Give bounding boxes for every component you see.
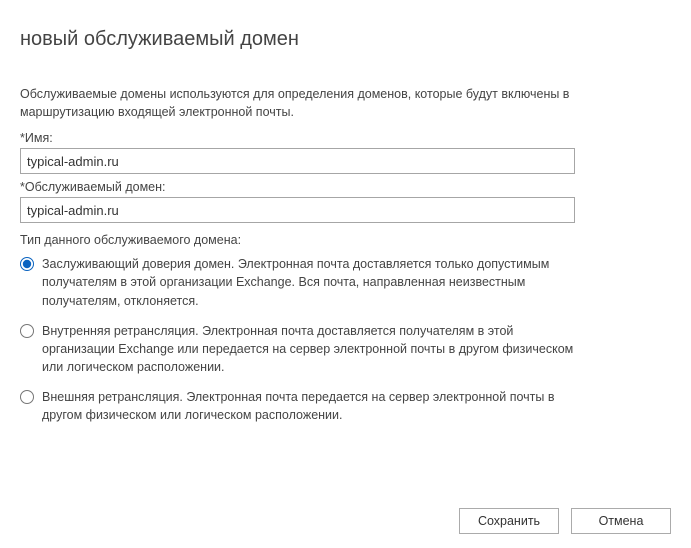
domain-input[interactable] [20, 197, 575, 223]
radio-internal-relay-input[interactable] [20, 324, 34, 338]
radio-authoritative-text: Заслуживающий доверия домен. Электронная… [42, 255, 580, 309]
accepted-domain-dialog: новый обслуживаемый домен Обслуживаемые … [0, 0, 691, 548]
radio-external-relay-input[interactable] [20, 390, 34, 404]
domain-type-radio-group: Заслуживающий доверия домен. Электронная… [20, 255, 580, 424]
radio-option-authoritative[interactable]: Заслуживающий доверия домен. Электронная… [20, 255, 580, 309]
domain-type-label: Тип данного обслуживаемого домена: [20, 233, 671, 247]
name-label: *Имя: [20, 131, 671, 145]
page-title: новый обслуживаемый домен [20, 28, 671, 51]
radio-authoritative-input[interactable] [20, 257, 34, 271]
page-description: Обслуживаемые домены используются для оп… [20, 85, 580, 121]
save-button[interactable]: Сохранить [459, 508, 559, 534]
button-bar: Сохранить Отмена [459, 508, 671, 534]
domain-label: *Обслуживаемый домен: [20, 180, 671, 194]
name-input[interactable] [20, 148, 575, 174]
radio-option-external-relay[interactable]: Внешняя ретрансляция. Электронная почта … [20, 388, 580, 424]
radio-external-relay-text: Внешняя ретрансляция. Электронная почта … [42, 388, 580, 424]
radio-internal-relay-text: Внутренняя ретрансляция. Электронная поч… [42, 322, 580, 376]
radio-option-internal-relay[interactable]: Внутренняя ретрансляция. Электронная поч… [20, 322, 580, 376]
cancel-button[interactable]: Отмена [571, 508, 671, 534]
